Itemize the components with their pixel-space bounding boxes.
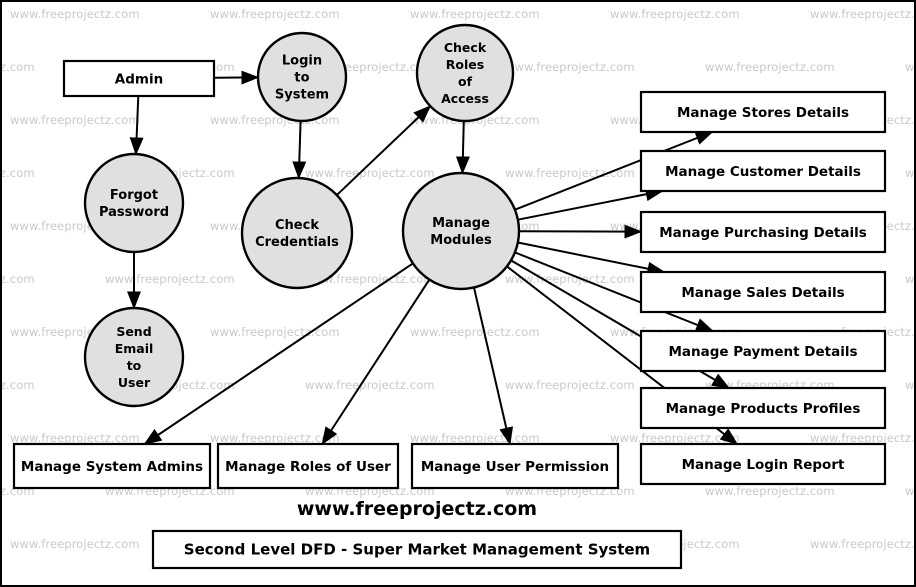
- site-label: www.freeprojectz.com: [297, 498, 537, 520]
- entity-label: Admin: [115, 72, 163, 88]
- process-label-line: to: [294, 71, 309, 86]
- flow-arrow-manage-modules-to-manage-user-permission: [473, 287, 514, 446]
- process-label-line: Credentials: [255, 235, 339, 250]
- process-label-line: Email: [115, 341, 154, 356]
- datastore-label: Manage User Permission: [421, 459, 609, 475]
- process-label-line: Access: [441, 91, 489, 106]
- flow-arrow-manage-modules-to-manage-system-admins: [143, 262, 414, 445]
- datastore-manage-system-admins[interactable]: Manage System Admins: [12, 442, 212, 490]
- datastore-manage-roles-of-user[interactable]: Manage Roles of User: [216, 442, 400, 490]
- process-label-line: Manage: [432, 216, 490, 231]
- process-label-line: Check: [275, 218, 319, 233]
- process-manage-modules[interactable]: Manage Modules: [401, 171, 521, 291]
- datastore-label: Manage Products Profiles: [666, 401, 861, 417]
- dfd-page: www.freeprojectz.com www.freeprojectz.com…: [0, 0, 916, 587]
- process-check-roles-of-access[interactable]: Check Roles of Access: [415, 23, 515, 123]
- flow-arrow-admin-to-forgot-password: [129, 95, 144, 156]
- process-label-line: User: [118, 375, 151, 390]
- process-send-email-to-user[interactable]: Send Email to User: [83, 306, 185, 408]
- datastore-manage-payment-details[interactable]: Manage Payment Details: [639, 329, 887, 373]
- datastore-label: Manage Stores Details: [677, 105, 849, 121]
- flow-arrow-check-roles-of-access-to-manage-modules: [455, 120, 470, 175]
- process-forgot-password[interactable]: Forgot Password: [83, 152, 185, 254]
- process-label-line: Forgot: [110, 188, 158, 203]
- process-label-line: Modules: [430, 233, 492, 248]
- datastore-label: Manage System Admins: [21, 459, 203, 475]
- caption-label: Second Level DFD - Super Market Manageme…: [184, 541, 650, 559]
- datastore-manage-stores-details[interactable]: Manage Stores Details: [639, 90, 887, 134]
- process-check-credentials[interactable]: Check Credentials: [240, 176, 354, 290]
- datastore-manage-purchasing-details[interactable]: Manage Purchasing Details: [639, 210, 887, 254]
- flow-arrow-manage-modules-to-manage-roles-of-user: [321, 279, 431, 446]
- datastore-manage-customer-details[interactable]: Manage Customer Details: [639, 149, 887, 193]
- dfd-diagram: Admin Login to System Check Roles of Access Forg…: [0, 0, 916, 587]
- datastore-manage-login-report[interactable]: Manage Login Report: [639, 442, 887, 486]
- datastore-label: Manage Customer Details: [665, 164, 861, 180]
- flow-arrow-login-to-system-to-check-credentials: [292, 120, 307, 180]
- shapes-group: Admin Login to System Check Roles of Access Forg…: [12, 23, 887, 490]
- process-label-line: Login: [282, 54, 322, 69]
- flow-arrow-check-credentials-to-check-roles-of-access: [336, 105, 432, 196]
- process-label-line: System: [275, 88, 329, 103]
- process-label-line: of: [458, 74, 473, 89]
- datastore-label: Manage Roles of User: [225, 459, 391, 475]
- process-label-line: Password: [99, 205, 169, 220]
- process-label-line: Roles: [446, 57, 484, 72]
- process-label-line: Check: [444, 40, 487, 55]
- entity-admin[interactable]: Admin: [62, 59, 216, 98]
- process-label-line: to: [127, 358, 142, 373]
- datastore-label: Manage Sales Details: [681, 285, 844, 301]
- process-login-to-system[interactable]: Login to System: [256, 31, 348, 123]
- datastore-label: Manage Purchasing Details: [659, 225, 867, 241]
- datastore-label: Manage Login Report: [682, 457, 845, 473]
- datastore-manage-products-profiles[interactable]: Manage Products Profiles: [639, 386, 887, 430]
- process-label-line: Send: [116, 324, 151, 339]
- datastore-manage-user-permission[interactable]: Manage User Permission: [410, 442, 620, 490]
- datastore-manage-sales-details[interactable]: Manage Sales Details: [639, 270, 887, 314]
- datastore-label: Manage Payment Details: [668, 344, 857, 360]
